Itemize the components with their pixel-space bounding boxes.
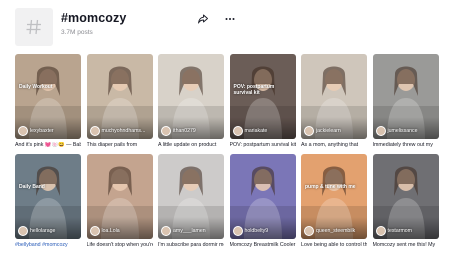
video-thumbnail[interactable]: jumelissance: [372, 54, 439, 139]
hashtag-icon: [15, 8, 53, 46]
video-caption[interactable]: A little update on product: [158, 142, 224, 148]
avatar: [18, 226, 28, 236]
video-thumbnail[interactable]: Daily Band hellolarage: [15, 154, 81, 239]
avatar: [89, 226, 100, 236]
avatar: [89, 126, 100, 136]
author-name: jumelissance: [387, 128, 418, 134]
video-card-7[interactable]: Daily Band hellolarage #bellyband #momco…: [15, 154, 81, 248]
video-card-12[interactable]: testarmom Momcozy sent me this! My: [372, 154, 439, 248]
video-author[interactable]: hellolarage: [18, 226, 55, 236]
avatar: [161, 126, 171, 136]
video-caption[interactable]: #bellyband #momcozy: [15, 242, 81, 248]
author-name: testarmom: [387, 228, 413, 234]
page-title: #momcozy: [61, 11, 127, 25]
avatar: [304, 226, 314, 236]
video-caption[interactable]: This diaper pails from: [87, 142, 153, 148]
avatar: [161, 226, 171, 236]
author-name: mariakate: [244, 128, 268, 134]
author-name: muchyohndhams...: [101, 128, 146, 134]
video-author[interactable]: queen_steembilk: [304, 226, 355, 236]
video-thumbnail[interactable]: muchyohndhams...: [86, 54, 153, 139]
video-card-11[interactable]: pump & tune with me queen_steembilk Love…: [301, 154, 367, 248]
video-card-5[interactable]: jackielearn As a mom, anything that: [301, 54, 367, 148]
hashtag-header: #momcozy 3.7M posts: [15, 6, 445, 46]
video-overlay-text: Daily Workout: [19, 84, 53, 90]
video-caption[interactable]: POV: postpartum survival kit: [230, 142, 296, 148]
video-card-6[interactable]: jumelissance Immediately threw out my: [372, 54, 439, 148]
video-author[interactable]: jumelissance: [375, 126, 418, 136]
video-overlay-text: POV: postpartum survival kit: [233, 84, 275, 96]
video-caption[interactable]: Immediately threw out my: [373, 142, 439, 148]
video-caption[interactable]: As a mom, anything that: [301, 142, 367, 148]
post-count: 3.7M posts: [61, 29, 93, 36]
video-author[interactable]: muchyohndhams...: [89, 126, 146, 136]
video-thumbnail[interactable]: POV: postpartum survival kit mariakate: [229, 54, 296, 139]
avatar: [232, 226, 243, 236]
video-thumbnail[interactable]: loa.Lola: [86, 154, 153, 239]
author-name: queen_steembilk: [316, 228, 356, 234]
avatar: [232, 126, 243, 136]
video-caption[interactable]: I'm subscribe para dormir mejor: [158, 242, 224, 248]
video-thumbnail[interactable]: Daily Workout lexybaxter: [15, 54, 81, 139]
video-overlay-text: Daily Band: [19, 184, 45, 190]
video-card-8[interactable]: loa.Lola Life doesn't stop when you're: [86, 154, 153, 248]
video-caption[interactable]: And it's pink 💓🍥😄 — Baby: [15, 142, 81, 148]
video-author[interactable]: jackielearn: [304, 126, 341, 136]
author-name: loa.Lola: [101, 228, 120, 234]
video-caption[interactable]: Momcozy Breastmilk Cooler -: [230, 242, 296, 248]
video-overlay-text: pump & tune with me: [305, 184, 356, 190]
avatar: [375, 126, 386, 136]
avatar: [375, 226, 386, 236]
share-icon[interactable]: [197, 12, 209, 24]
video-card-10[interactable]: holdbelty9 Momcozy Breastmilk Cooler -: [229, 154, 296, 248]
video-thumbnail[interactable]: jackielearn: [301, 54, 367, 139]
author-name: ithan0279: [173, 128, 196, 134]
author-name: amy___lamen: [173, 228, 206, 234]
video-caption[interactable]: Love being able to control the: [301, 242, 367, 248]
more-icon[interactable]: [224, 12, 236, 24]
video-card-3[interactable]: ithan0279 A little update on product: [158, 54, 224, 148]
video-grid: Daily Workout lexybaxter And it's pink 💓…: [15, 54, 443, 248]
video-caption[interactable]: Momcozy sent me this! My: [373, 242, 439, 248]
video-thumbnail[interactable]: ithan0279: [158, 54, 224, 139]
video-author[interactable]: amy___lamen: [161, 226, 206, 236]
video-thumbnail[interactable]: testarmom: [372, 154, 439, 239]
video-thumbnail[interactable]: pump & tune with me queen_steembilk: [301, 154, 367, 239]
author-name: holdbelty9: [244, 228, 269, 234]
video-author[interactable]: lexybaxter: [18, 126, 54, 136]
author-name: hellolarage: [30, 228, 56, 234]
author-name: lexybaxter: [30, 128, 54, 134]
video-card-2[interactable]: muchyohndhams... This diaper pails from: [86, 54, 153, 148]
video-card-9[interactable]: amy___lamen I'm subscribe para dormir me…: [158, 154, 224, 248]
video-card-4[interactable]: POV: postpartum survival kit mariakate P…: [229, 54, 296, 148]
video-author[interactable]: loa.Lola: [89, 226, 120, 236]
video-card-1[interactable]: Daily Workout lexybaxter And it's pink 💓…: [15, 54, 81, 148]
author-name: jackielearn: [316, 128, 341, 134]
avatar: [304, 126, 314, 136]
avatar: [18, 126, 28, 136]
video-thumbnail[interactable]: holdbelty9: [229, 154, 296, 239]
video-author[interactable]: testarmom: [375, 226, 413, 236]
video-caption[interactable]: Life doesn't stop when you're: [87, 242, 153, 248]
video-author[interactable]: ithan0279: [161, 126, 196, 136]
video-author[interactable]: holdbelty9: [232, 226, 269, 236]
video-thumbnail[interactable]: amy___lamen: [158, 154, 224, 239]
video-author[interactable]: mariakate: [232, 126, 268, 136]
